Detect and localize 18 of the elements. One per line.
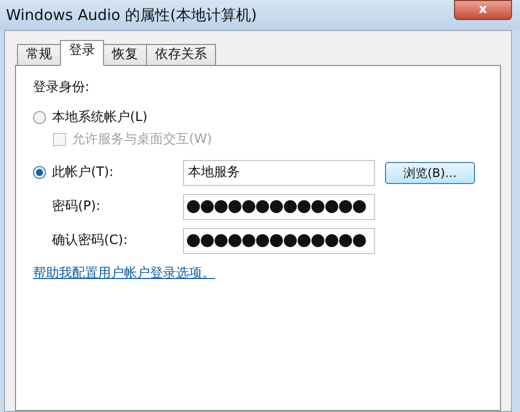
window-title: Windows Audio 的属性(本地计算机) bbox=[6, 5, 257, 26]
tab[interactable]: 恢复 bbox=[103, 44, 147, 66]
radio-label: 本地系统帐户(L) bbox=[52, 108, 148, 127]
help-link[interactable]: 帮助我配置用户帐户登录选项。 bbox=[33, 264, 215, 283]
section-label: 登录身份: bbox=[33, 79, 90, 97]
tab[interactable]: 登录 bbox=[60, 40, 104, 66]
field-label: 确认密码(C): bbox=[51, 232, 129, 250]
account-field[interactable]: 本地服务 bbox=[183, 160, 375, 186]
browse-button[interactable]: 浏览(B)... bbox=[385, 162, 475, 184]
radio-button[interactable] bbox=[33, 111, 46, 124]
checkbox-label: 允许服务与桌面交互(W) bbox=[72, 130, 212, 149]
radio-button[interactable] bbox=[33, 166, 46, 179]
password-field[interactable]: ●●●●●●●●●●●●● bbox=[183, 194, 375, 220]
radio-label: 此帐户(T): bbox=[52, 164, 114, 182]
password-field[interactable]: ●●●●●●●●●●●●● bbox=[183, 228, 375, 254]
tab[interactable]: 依存关系 bbox=[146, 44, 216, 66]
tab[interactable]: 常规 bbox=[17, 44, 61, 66]
field-label: 密码(P): bbox=[51, 198, 102, 216]
